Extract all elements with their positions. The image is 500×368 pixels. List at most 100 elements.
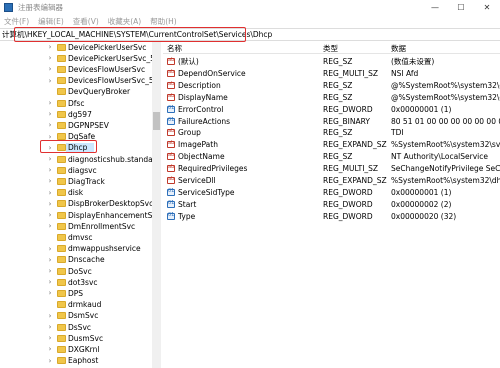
tree-item-label: DusmSvc bbox=[68, 333, 104, 343]
value-type: REG_SZ bbox=[323, 57, 353, 66]
expand-arrow-icon[interactable]: › bbox=[47, 166, 53, 174]
expand-arrow-icon[interactable]: › bbox=[47, 312, 53, 320]
tree-item[interactable]: › Dnscache bbox=[0, 255, 154, 265]
tree-item[interactable]: › Dhcp bbox=[0, 142, 154, 153]
expand-arrow-icon[interactable]: › bbox=[47, 267, 53, 275]
menu-file[interactable]: 文件(F) bbox=[4, 16, 29, 27]
expand-arrow-icon[interactable]: › bbox=[47, 256, 53, 264]
tree-item[interactable]: › DevicesFlowUserSvc_5578 bbox=[0, 76, 154, 86]
value-row[interactable]: ErrorControl REG_DWORD 0x00000001 (1) bbox=[163, 104, 500, 115]
maximize-button[interactable]: ☐ bbox=[448, 0, 474, 15]
tree-item[interactable]: › DsSvc bbox=[0, 322, 154, 332]
value-name: Type bbox=[178, 211, 196, 221]
value-row[interactable]: DependOnService REG_MULTI_SZ NSI Afd bbox=[163, 68, 500, 79]
tree-item[interactable]: › DevicePickerUserSvc_5578 bbox=[0, 53, 154, 63]
tree-item-label: drmkaud bbox=[68, 300, 102, 310]
address-path[interactable]: \HKEY_LOCAL_MACHINE\SYSTEM\CurrentContro… bbox=[25, 30, 273, 39]
value-row[interactable]: Description REG_SZ @%SystemRoot%\system32\… bbox=[163, 80, 500, 91]
tree-item[interactable]: › DPS bbox=[0, 288, 154, 298]
tree-item[interactable]: › DXGKrnl bbox=[0, 344, 154, 354]
tree-item[interactable]: › Dfsc bbox=[0, 98, 154, 108]
value-row[interactable]: ObjectName REG_SZ NT Authority\LocalServic… bbox=[163, 151, 500, 162]
expand-arrow-icon[interactable]: › bbox=[47, 54, 53, 62]
expand-arrow-icon[interactable]: › bbox=[47, 200, 53, 208]
menu-favorites[interactable]: 收藏夹(A) bbox=[108, 16, 141, 27]
expand-arrow-icon[interactable]: › bbox=[47, 77, 53, 85]
minimize-button[interactable]: — bbox=[422, 0, 448, 15]
expand-arrow-icon[interactable]: › bbox=[47, 211, 53, 219]
expand-arrow-icon[interactable]: › bbox=[47, 99, 53, 107]
folder-icon bbox=[57, 357, 66, 365]
header-name[interactable]: 名称 bbox=[167, 43, 182, 54]
value-row[interactable]: (默认) REG_SZ (数值未设置) bbox=[163, 56, 500, 67]
value-row[interactable]: ImagePath REG_EXPAND_SZ %SystemRoot%\syste… bbox=[163, 139, 500, 150]
expand-arrow-icon[interactable]: › bbox=[47, 110, 53, 118]
expand-arrow-icon[interactable]: › bbox=[47, 222, 53, 230]
tree-item[interactable]: › diagnosticshub.standardco bbox=[0, 154, 154, 164]
tree-item[interactable]: › dmwappushservice bbox=[0, 244, 154, 254]
value-row[interactable]: Group REG_SZ TDI bbox=[163, 127, 500, 138]
folder-icon bbox=[57, 88, 66, 96]
tree-item[interactable]: dmvsc bbox=[0, 232, 154, 242]
tree-item[interactable]: › DGPNPSEV bbox=[0, 120, 154, 130]
menu-help[interactable]: 帮助(H) bbox=[150, 16, 177, 27]
tree-item[interactable]: › DevicePickerUserSvc bbox=[0, 42, 154, 52]
expand-arrow-icon[interactable]: › bbox=[47, 323, 53, 331]
tree-item-label: DmEnrollmentSvc bbox=[68, 221, 136, 231]
value-row[interactable]: Type REG_DWORD 0x00000020 (32) bbox=[163, 211, 500, 222]
tree-item[interactable]: › dg597 bbox=[0, 109, 154, 119]
tree-item-label: DGPNPSEV bbox=[68, 120, 109, 130]
tree-item[interactable]: › DusmSvc bbox=[0, 333, 154, 343]
tree-item[interactable]: DevQueryBroker bbox=[0, 87, 154, 97]
close-button[interactable]: ✕ bbox=[474, 0, 500, 15]
header-type[interactable]: 类型 bbox=[323, 43, 338, 54]
tree-item[interactable]: › DgSafe bbox=[0, 132, 154, 142]
expand-arrow-icon[interactable]: › bbox=[47, 289, 53, 297]
menu-edit[interactable]: 编辑(E) bbox=[38, 16, 64, 27]
value-row[interactable]: RequiredPrivileges REG_MULTI_SZ SeChangeNo… bbox=[163, 163, 500, 174]
tree-item[interactable]: › DisplayEnhancementSvc bbox=[0, 210, 154, 220]
tree-item[interactable]: › diagsvc bbox=[0, 165, 154, 175]
expand-arrow-icon[interactable]: › bbox=[47, 65, 53, 73]
expand-arrow-icon[interactable]: › bbox=[47, 144, 53, 152]
string-value-icon bbox=[167, 152, 175, 161]
value-row[interactable]: ServiceSidType REG_DWORD 0x00000001 (1) bbox=[163, 187, 500, 198]
expand-arrow-icon[interactable]: › bbox=[47, 345, 53, 353]
header-data[interactable]: 数据 bbox=[391, 43, 406, 54]
expand-arrow-icon[interactable]: › bbox=[47, 357, 53, 365]
value-data: 0x00000001 (1) bbox=[391, 104, 452, 114]
tree-item-label: DiagTrack bbox=[68, 176, 105, 186]
expand-arrow-icon[interactable]: › bbox=[47, 121, 53, 129]
tree-scrollbar[interactable] bbox=[152, 42, 161, 368]
value-row[interactable]: DisplayName REG_SZ @%SystemRoot%\system32\… bbox=[163, 92, 500, 103]
tree-item[interactable]: › DispBrokerDesktopSvc bbox=[0, 199, 154, 209]
tree-item[interactable]: drmkaud bbox=[0, 300, 154, 310]
expand-arrow-icon[interactable]: › bbox=[47, 43, 53, 51]
folder-icon bbox=[57, 301, 66, 309]
expand-arrow-icon[interactable]: › bbox=[47, 245, 53, 253]
expand-arrow-icon[interactable]: › bbox=[47, 278, 53, 286]
tree-item[interactable]: › DmEnrollmentSvc bbox=[0, 221, 154, 231]
tree-item[interactable]: › DiagTrack bbox=[0, 176, 154, 186]
tree-item[interactable]: › dot3svc bbox=[0, 277, 154, 287]
tree-item[interactable]: › Eaphost bbox=[0, 356, 154, 366]
value-row[interactable]: ServiceDll REG_EXPAND_SZ %SystemRoot%\syst… bbox=[163, 175, 500, 186]
tree-item[interactable]: › disk bbox=[0, 188, 154, 198]
value-row[interactable]: FailureActions REG_BINARY 80 51 01 00 00 0… bbox=[163, 116, 500, 127]
binary-value-icon bbox=[167, 188, 175, 196]
menu-view[interactable]: 查看(V) bbox=[73, 16, 99, 27]
window-title: 注册表编辑器 bbox=[18, 3, 63, 12]
tree-item[interactable]: › DsmSvc bbox=[0, 311, 154, 321]
value-name: (默认) bbox=[178, 57, 199, 66]
tree-scrollbar-thumb[interactable] bbox=[153, 112, 160, 130]
expand-arrow-icon[interactable]: › bbox=[47, 155, 53, 163]
expand-arrow-icon[interactable]: › bbox=[47, 189, 53, 197]
expand-arrow-icon[interactable]: › bbox=[47, 133, 53, 141]
expand-arrow-icon[interactable]: › bbox=[47, 334, 53, 342]
expand-arrow-icon[interactable]: › bbox=[47, 177, 53, 185]
tree-item[interactable]: › DoSvc bbox=[0, 266, 154, 276]
value-type: REG_DWORD bbox=[323, 211, 373, 221]
value-row[interactable]: Start REG_DWORD 0x00000002 (2) bbox=[163, 199, 500, 210]
address-bar[interactable]: 计算机 \HKEY_LOCAL_MACHINE\SYSTEM\CurrentCo… bbox=[0, 28, 500, 41]
tree-item[interactable]: › DevicesFlowUserSvc bbox=[0, 64, 154, 74]
